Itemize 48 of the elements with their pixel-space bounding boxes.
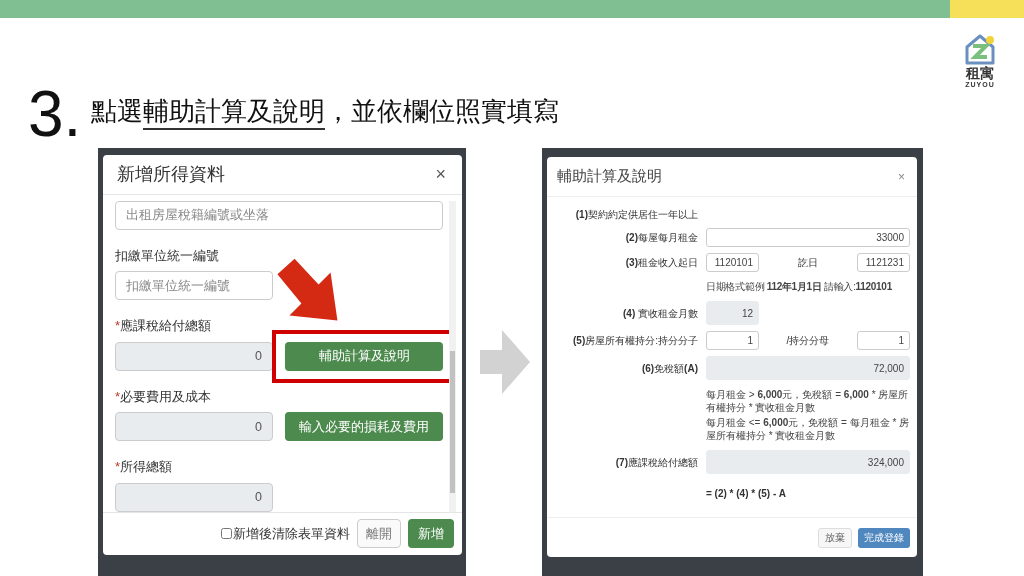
input-field[interactable]: 0 bbox=[115, 341, 273, 371]
hint-text: 日期格式範例 112年1月1日 請輸入:1120101 bbox=[706, 280, 893, 293]
close-button[interactable]: × bbox=[433, 165, 448, 184]
arrow-icon bbox=[480, 330, 530, 394]
slide-title: 點選輔助計算及說明，並依欄位照實填寫 bbox=[91, 92, 560, 148]
hint-text: 每月租金 > 6,000元，免稅額 = 6,000* 房屋所有權持分 * 實收租金月數 bbox=[706, 388, 910, 414]
field-label: (6)免稅額(A) bbox=[640, 361, 698, 376]
field-label: (3)租金收入起日 bbox=[624, 256, 698, 270]
scrollbar[interactable] bbox=[449, 200, 456, 512]
leave-button[interactable]: 離開 bbox=[357, 519, 401, 549]
input-field[interactable]: 出租房屋稅籍編號或坐落 bbox=[115, 200, 443, 230]
logo-icon bbox=[963, 32, 997, 66]
input-field[interactable]: 1120101 bbox=[706, 253, 759, 272]
cancel-button[interactable]: 放棄 bbox=[818, 527, 852, 548]
field-label: (4) 實收租金月數 bbox=[622, 306, 698, 321]
input-field[interactable]: 0 bbox=[115, 482, 273, 512]
field-label: (7)應課稅給付總額 bbox=[614, 455, 698, 470]
action-button[interactable]: 輸入必要的損耗及費用 bbox=[285, 412, 443, 442]
input-field[interactable]: 1 bbox=[706, 331, 759, 350]
field-label: /持分分母 bbox=[785, 334, 831, 348]
add-button[interactable]: 新增 bbox=[408, 519, 454, 549]
submit-button[interactable]: 完成登錄 bbox=[858, 527, 910, 548]
input-field[interactable]: 72,000 bbox=[706, 356, 910, 380]
dialog-title: 新增所得資料 bbox=[117, 163, 225, 186]
input-field[interactable]: 33000 bbox=[706, 228, 910, 247]
logo-name: 租寓 bbox=[966, 66, 994, 82]
input-field[interactable]: 324,000 bbox=[706, 450, 910, 474]
field-label: (5)房屋所有權持分:持分分子 bbox=[572, 334, 698, 348]
field-label: *應課稅給付總額 bbox=[115, 317, 213, 336]
field-label: 扣繳單位統一編號 bbox=[115, 246, 220, 265]
action-button[interactable]: 輔助計算及說明 bbox=[285, 341, 443, 371]
formula-text: = (2) * (4) * (5) - A bbox=[706, 487, 787, 501]
field-label: *所得總額 bbox=[115, 458, 174, 477]
hint-text: 每月租金 <= 6,000元，免稅額 = 每月租金 * 房屋所有權持分 * 實收租金月數 bbox=[706, 416, 910, 442]
field-label: *必要費用及成本 bbox=[115, 387, 213, 406]
dialog-title: 輔助計算及說明 bbox=[557, 166, 662, 187]
input-field[interactable]: 1121231 bbox=[857, 253, 910, 272]
input-field[interactable]: 0 bbox=[115, 412, 273, 442]
input-field[interactable]: 扣繳單位統一編號 bbox=[115, 271, 273, 301]
field-label: (2)每屋每月租金 bbox=[624, 231, 698, 245]
field-label: 訖日 bbox=[797, 256, 819, 270]
step-number: 3. bbox=[28, 82, 82, 148]
field-label: (1)契約約定供居住一年以上 bbox=[574, 208, 698, 222]
checkbox[interactable] bbox=[221, 528, 232, 540]
checkbox-label: 新增後清除表單資料 bbox=[233, 525, 350, 543]
input-field[interactable]: 12 bbox=[706, 301, 759, 325]
input-field[interactable]: 1 bbox=[857, 331, 910, 350]
close-button[interactable]: × bbox=[896, 170, 907, 183]
